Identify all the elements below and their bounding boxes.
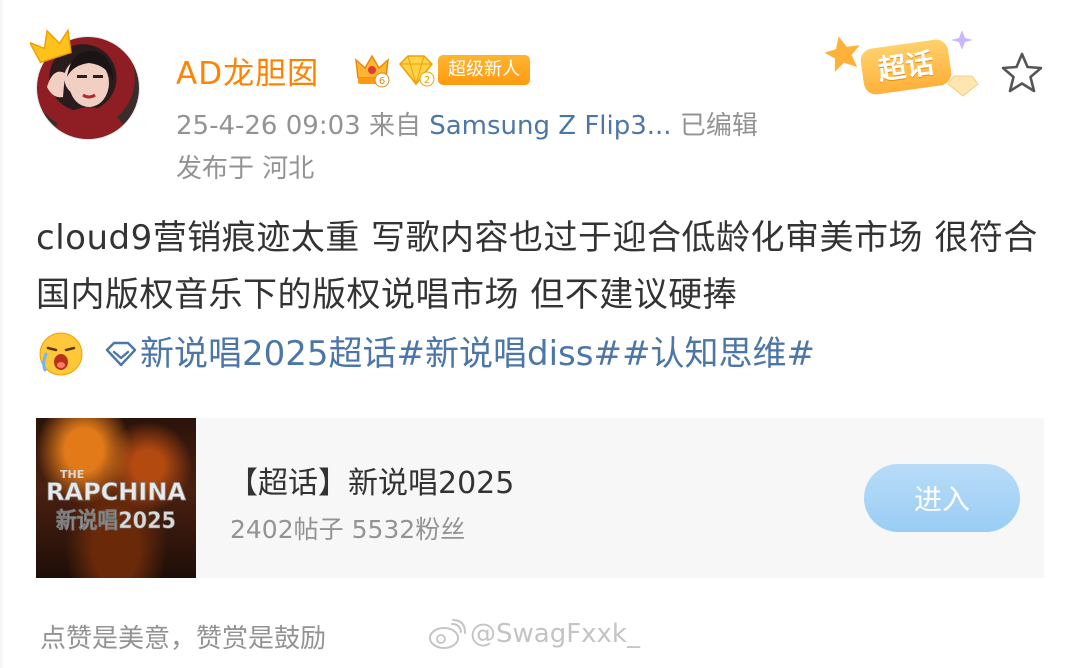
supertopic-stats: 2402帖子 5532粉丝	[230, 515, 466, 544]
watermark-handle: @SwagFxxk_	[470, 619, 640, 649]
hashtag-list: 新说唱2025超话#新说唱diss##认知思维#	[140, 328, 815, 380]
hashtag-supertopic-link[interactable]: 新说唱2025超话	[140, 334, 397, 374]
svg-text:RAPCHINA: RAPCHINA	[46, 478, 186, 506]
post-location: 发布于 河北	[176, 154, 315, 184]
supertopic-diamond-icon[interactable]	[104, 340, 138, 368]
newbie-badge[interactable]: 超级新人	[438, 55, 530, 85]
supertopic-card[interactable]: THE RAPCHINA 新说唱2025 【超话】新说唱2025 2402帖子 …	[36, 418, 1044, 578]
enter-button[interactable]: 进入	[864, 464, 1020, 532]
rapchina-logo: THE RAPCHINA 新说唱2025	[46, 468, 187, 534]
username-link[interactable]: AD龙胆囡	[176, 48, 319, 93]
post-meta: 25-4-26 09:03 来自 Samsung Z Flip3... 已编辑	[176, 105, 758, 142]
diamond-icon[interactable]: 2	[396, 52, 436, 88]
level-crown-icon[interactable]: 6	[352, 48, 392, 88]
supertopic-title[interactable]: 【超话】新说唱2025	[228, 458, 514, 502]
diamond-number: 2	[424, 75, 430, 86]
supertopic-cover-image: THE RAPCHINA 新说唱2025	[36, 418, 196, 578]
hashtag-cognition-link[interactable]: #认知思维#	[622, 334, 815, 374]
crown-icon	[30, 28, 72, 64]
avatar-container[interactable]	[30, 28, 146, 144]
reward-prompt: 点赞是美意，赞赏是鼓励	[40, 624, 327, 654]
post-timestamp: 25-4-26 09:03	[176, 111, 361, 141]
supertopic-sticker[interactable]: 超话	[822, 24, 990, 104]
level-number: 6	[379, 76, 385, 87]
svg-text:新说唱2025: 新说唱2025	[56, 508, 176, 534]
weibo-watermark-icon	[429, 619, 466, 649]
watermark: @SwagFxxk_	[426, 618, 640, 650]
cry-emoji-icon	[39, 332, 83, 376]
page-edge	[0, 0, 4, 668]
source-device-link[interactable]: Samsung Z Flip3...	[429, 111, 671, 141]
post-content: cloud9营销痕迹太重 写歌内容也过于迎合低龄化审美市场 很符合国内版权音乐下…	[36, 218, 1038, 315]
hashtag-diss-link[interactable]: #新说唱diss#	[397, 334, 622, 374]
from-label: 来自	[368, 111, 421, 141]
star-icon[interactable]	[998, 50, 1046, 96]
edited-label[interactable]: 已编辑	[680, 111, 758, 141]
